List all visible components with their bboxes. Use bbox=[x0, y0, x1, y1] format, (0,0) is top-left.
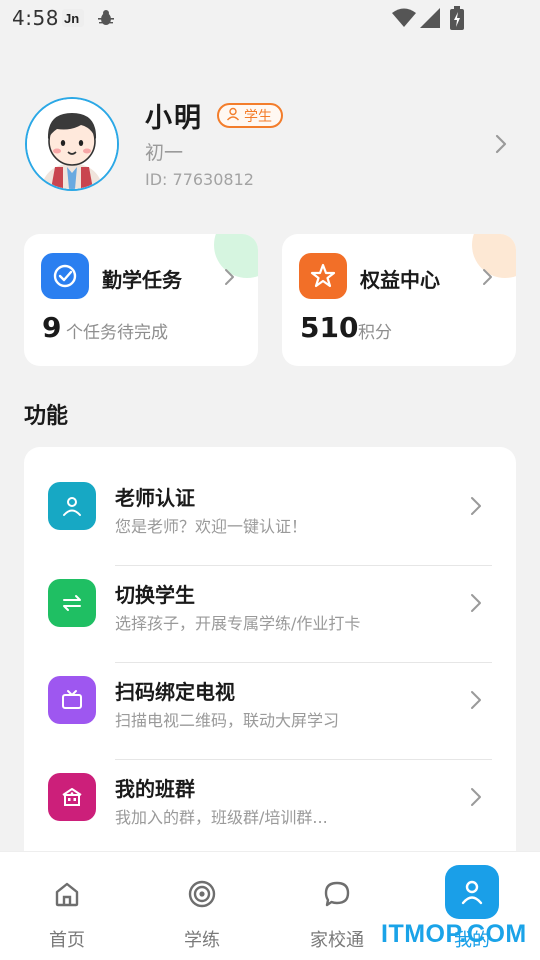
role-badge-label: 学生 bbox=[244, 108, 272, 125]
card-title: 勤学任务 bbox=[102, 268, 182, 292]
tab-label: 学练 bbox=[184, 930, 220, 951]
benefits-center-card[interactable]: 权益中心 510 积分 bbox=[282, 234, 516, 366]
chevron-right-icon bbox=[470, 690, 482, 714]
switch-icon bbox=[48, 579, 96, 627]
watermark: ITMOP.COM bbox=[381, 920, 527, 948]
study-tasks-card[interactable]: 勤学任务 9 个任务待完成 bbox=[24, 234, 258, 366]
chevron-right-icon bbox=[470, 787, 482, 811]
profile-name: 小明 bbox=[145, 103, 203, 134]
tv-icon bbox=[48, 676, 96, 724]
list-item-subtitle: 您是老师？欢迎一键认证！ bbox=[115, 517, 308, 536]
chevron-right-icon bbox=[470, 593, 482, 617]
profile-id: ID: 77630812 bbox=[145, 170, 254, 189]
chat-icon bbox=[317, 874, 357, 914]
tab-home-school[interactable]: 家校通 bbox=[277, 852, 397, 960]
card-decoration bbox=[214, 234, 258, 278]
chevron-right-icon bbox=[223, 268, 235, 290]
list-item-title: 切换学生 bbox=[115, 583, 195, 607]
profile-icon bbox=[452, 872, 492, 912]
status-bar: 4:58 Jn bbox=[0, 0, 540, 38]
list-item-title: 老师认证 bbox=[115, 486, 195, 510]
tab-home[interactable]: 首页 bbox=[7, 852, 127, 960]
app-notification-icon: Jn bbox=[62, 9, 84, 27]
battery-icon bbox=[450, 6, 464, 34]
class-group-icon bbox=[48, 773, 96, 821]
tab-label: 家校通 bbox=[310, 930, 364, 951]
list-item-title: 我的班群 bbox=[115, 777, 195, 801]
task-count: 9 bbox=[42, 311, 62, 344]
signal-icon bbox=[420, 8, 440, 32]
target-icon bbox=[182, 874, 222, 914]
status-time: 4:58 bbox=[12, 6, 59, 30]
list-item-subtitle: 我加入的群，班级群/培训群... bbox=[115, 808, 328, 827]
list-item-title: 扫码绑定电视 bbox=[115, 680, 235, 704]
card-caption: 个任务待完成 bbox=[66, 323, 168, 343]
tab-practice[interactable]: 学练 bbox=[142, 852, 262, 960]
avatar-illustration-icon bbox=[27, 99, 117, 189]
chevron-right-icon bbox=[481, 268, 493, 290]
wifi-icon bbox=[392, 8, 416, 32]
chevron-right-icon bbox=[470, 496, 482, 520]
teacher-icon bbox=[48, 482, 96, 530]
list-item-class-group[interactable]: 我的班群 我加入的群，班级群/培训群... bbox=[24, 760, 516, 857]
star-icon bbox=[299, 253, 347, 299]
profile-chevron-right-icon[interactable] bbox=[494, 134, 508, 158]
card-caption: 积分 bbox=[358, 323, 392, 343]
home-icon bbox=[47, 874, 87, 914]
card-title: 权益中心 bbox=[360, 268, 440, 292]
profile-grade: 初一 bbox=[145, 142, 184, 164]
list-item-subtitle: 扫描电视二维码，联动大屏学习 bbox=[115, 711, 340, 730]
card-decoration bbox=[472, 234, 516, 278]
points-value: 510 bbox=[300, 311, 359, 344]
check-circle-icon bbox=[41, 253, 89, 299]
list-item-subtitle: 选择孩子，开展专属学练/作业打卡 bbox=[115, 614, 361, 633]
svg-text:Jn: Jn bbox=[64, 11, 79, 26]
role-badge: 学生 bbox=[217, 103, 283, 128]
list-item-bind-tv[interactable]: 扫码绑定电视 扫描电视二维码，联动大屏学习 bbox=[24, 663, 516, 760]
user-icon bbox=[226, 107, 240, 125]
list-item-switch-student[interactable]: 切换学生 选择孩子，开展专属学练/作业打卡 bbox=[24, 566, 516, 663]
avatar[interactable] bbox=[25, 97, 119, 191]
list-item-teacher-auth[interactable]: 老师认证 您是老师？欢迎一键认证！ bbox=[24, 469, 516, 566]
section-title: 功能 bbox=[24, 404, 69, 429]
tab-label: 首页 bbox=[49, 930, 85, 951]
bug-icon bbox=[97, 9, 115, 31]
